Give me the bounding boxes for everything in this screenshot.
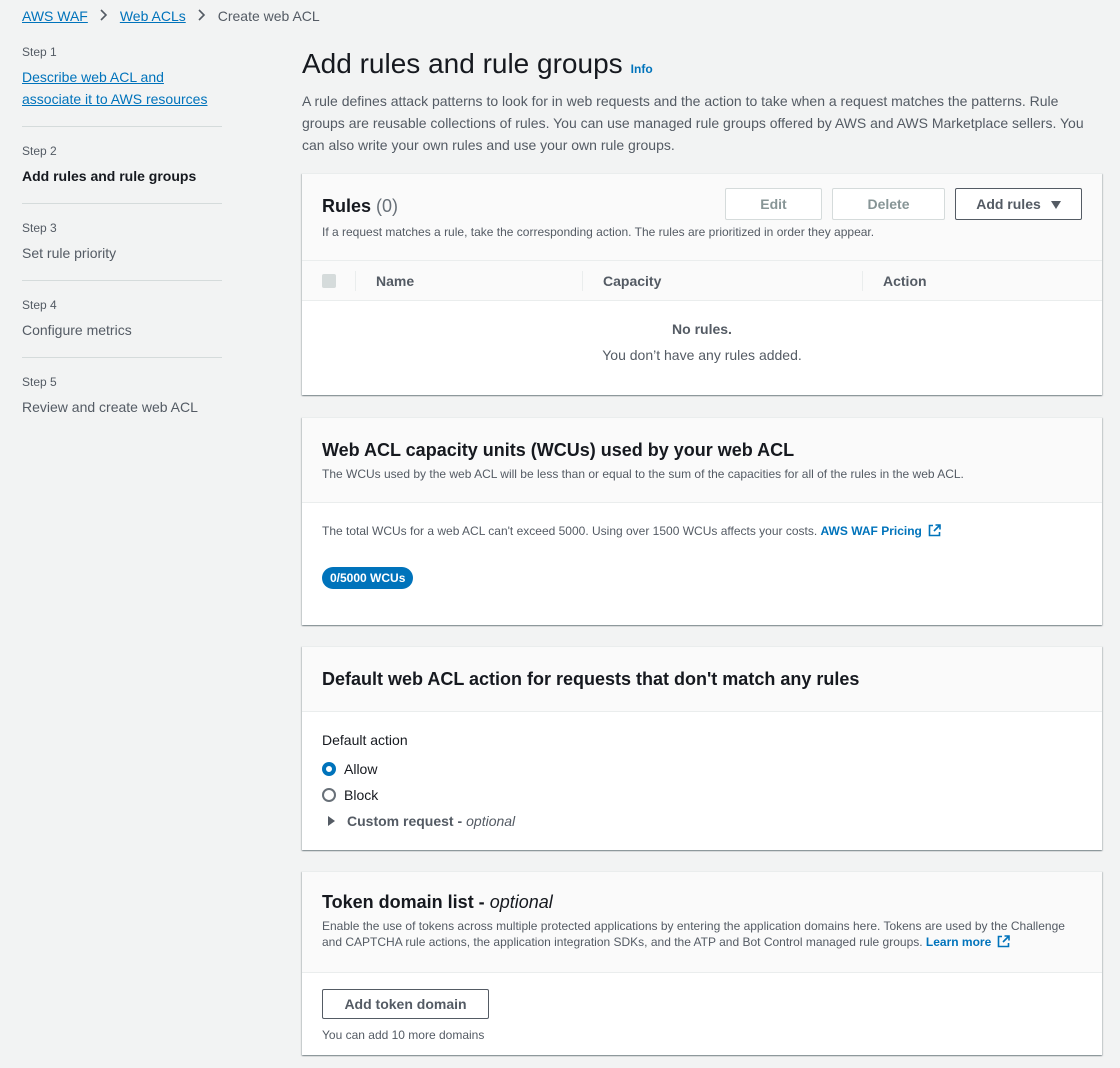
step-label-current: Add rules and rule groups [22,168,197,184]
add-rules-button[interactable]: Add rules [955,188,1082,220]
empty-title: No rules. [672,321,732,337]
rules-panel: Rules (0) If a request matches a rule, t… [302,173,1102,395]
add-token-domain-button[interactable]: Add token domain [322,989,489,1019]
caret-down-icon [1050,196,1061,212]
token-title: Token domain list - optional [322,890,1082,914]
wcu-header: Web ACL capacity units (WCUs) used by yo… [302,418,1102,503]
token-subtitle: Enable the use of tokens across multiple… [322,918,1082,952]
token-body: Add token domain You can add 10 more dom… [302,973,1102,1059]
rules-table-header: Name Capacity Action [302,261,1102,301]
step-label: Configure metrics [22,322,132,338]
rules-subtitle: If a request matches a rule, take the co… [322,225,875,239]
wcu-panel: Web ACL capacity units (WCUs) used by yo… [302,417,1102,625]
caret-right-icon [328,816,335,826]
step-number: Step 4 [22,298,57,312]
radio-block-control[interactable] [322,788,336,802]
radio-allow-label: Allow [344,761,378,777]
default-action-title: Default web ACL action for requests that… [322,669,860,689]
step-number: Step 2 [22,144,57,158]
token-optional: optional [489,892,553,912]
info-link[interactable]: Info [631,62,653,76]
step-number: Step 3 [22,221,57,235]
chevron-right-icon [100,8,108,24]
select-all-cell [302,270,356,291]
pricing-link-label: AWS WAF Pricing [820,524,922,538]
radio-allow-control[interactable] [322,762,336,776]
breadcrumb-web-acls[interactable]: Web ACLs [120,8,186,24]
delete-label: Delete [867,196,910,212]
rules-header: Rules (0) If a request matches a rule, t… [302,174,1102,261]
wcu-subtitle: The WCUs used by the web ACL will be les… [322,467,964,481]
wcu-body: The total WCUs for a web ACL can't excee… [302,503,1102,609]
default-action-panel: Default web ACL action for requests that… [302,646,1102,850]
rules-actions: Edit Delete Add rules [725,188,1082,220]
external-link-icon [928,524,941,541]
rules-title-text: Rules [322,196,372,216]
page-header: Add rules and rule groups Info [302,44,1102,84]
main-content: Add rules and rule groups Info A rule de… [302,44,1102,156]
custom-request-label: Custom request - [347,813,463,829]
custom-request-expander[interactable]: Custom request - optional [328,808,1082,834]
breadcrumb: AWS WAF Web ACLs Create web ACL [22,6,320,26]
token-domain-panel: Token domain list - optional Enable the … [302,871,1102,1055]
step-5: Step 5 Review and create web ACL [22,374,222,434]
wcu-usage-badge: 0/5000 WCUs [322,567,414,589]
optional-label: optional [466,813,516,829]
wcu-note: The total WCUs for a web ACL can't excee… [322,523,1082,541]
rules-empty-state: No rules. You don’t have any rules added… [302,301,1102,365]
page-description: A rule defines attack patterns to look f… [302,93,1084,153]
waf-pricing-link[interactable]: AWS WAF Pricing [821,524,941,538]
breadcrumb-current: Create web ACL [217,8,320,24]
radio-allow[interactable]: Allow [322,756,1082,782]
column-name[interactable]: Name [356,270,583,291]
wcu-title: Web ACL capacity units (WCUs) used by yo… [322,440,795,460]
step-3: Step 3 Set rule priority [22,220,222,281]
breadcrumb-aws-waf[interactable]: AWS WAF [22,8,88,24]
column-capacity[interactable]: Capacity [583,270,863,291]
step-label: Set rule priority [22,245,117,261]
step-1: Step 1 Describe web ACL and associate it… [22,44,222,127]
default-action-body: Default action Allow Block Custom reques… [302,712,1102,852]
step-number: Step 5 [22,375,57,389]
wcu-note-text: The total WCUs for a web ACL can't excee… [322,524,818,538]
select-all-checkbox[interactable] [321,273,336,288]
token-note: You can add 10 more domains [322,1028,485,1042]
external-link-icon [997,935,1011,952]
step-link-describe[interactable]: Describe web ACL and associate it to AWS… [22,66,212,110]
learn-more-label: Learn more [925,935,992,949]
radio-block[interactable]: Block [322,782,1082,808]
default-action-label: Default action [322,732,408,748]
add-rules-label: Add rules [976,196,1041,212]
step-number: Step 1 [22,45,57,59]
edit-button[interactable]: Edit [725,188,822,220]
wizard-steps: Step 1 Describe web ACL and associate it… [22,44,222,450]
column-action[interactable]: Action [863,271,927,291]
page-title: Add rules and rule groups [302,48,623,79]
token-title-text: Token domain list - [322,892,485,912]
delete-button[interactable]: Delete [832,188,945,220]
radio-block-label: Block [344,787,379,803]
learn-more-link[interactable]: Learn more [925,935,1011,952]
step-2: Step 2 Add rules and rule groups [22,143,222,204]
empty-text: You don’t have any rules added. [602,347,802,363]
rules-count: (0) [376,196,399,216]
step-label: Review and create web ACL [22,399,198,415]
chevron-right-icon [198,8,206,24]
step-4: Step 4 Configure metrics [22,297,222,358]
default-action-header: Default web ACL action for requests that… [302,647,1102,712]
token-header: Token domain list - optional Enable the … [302,872,1102,973]
